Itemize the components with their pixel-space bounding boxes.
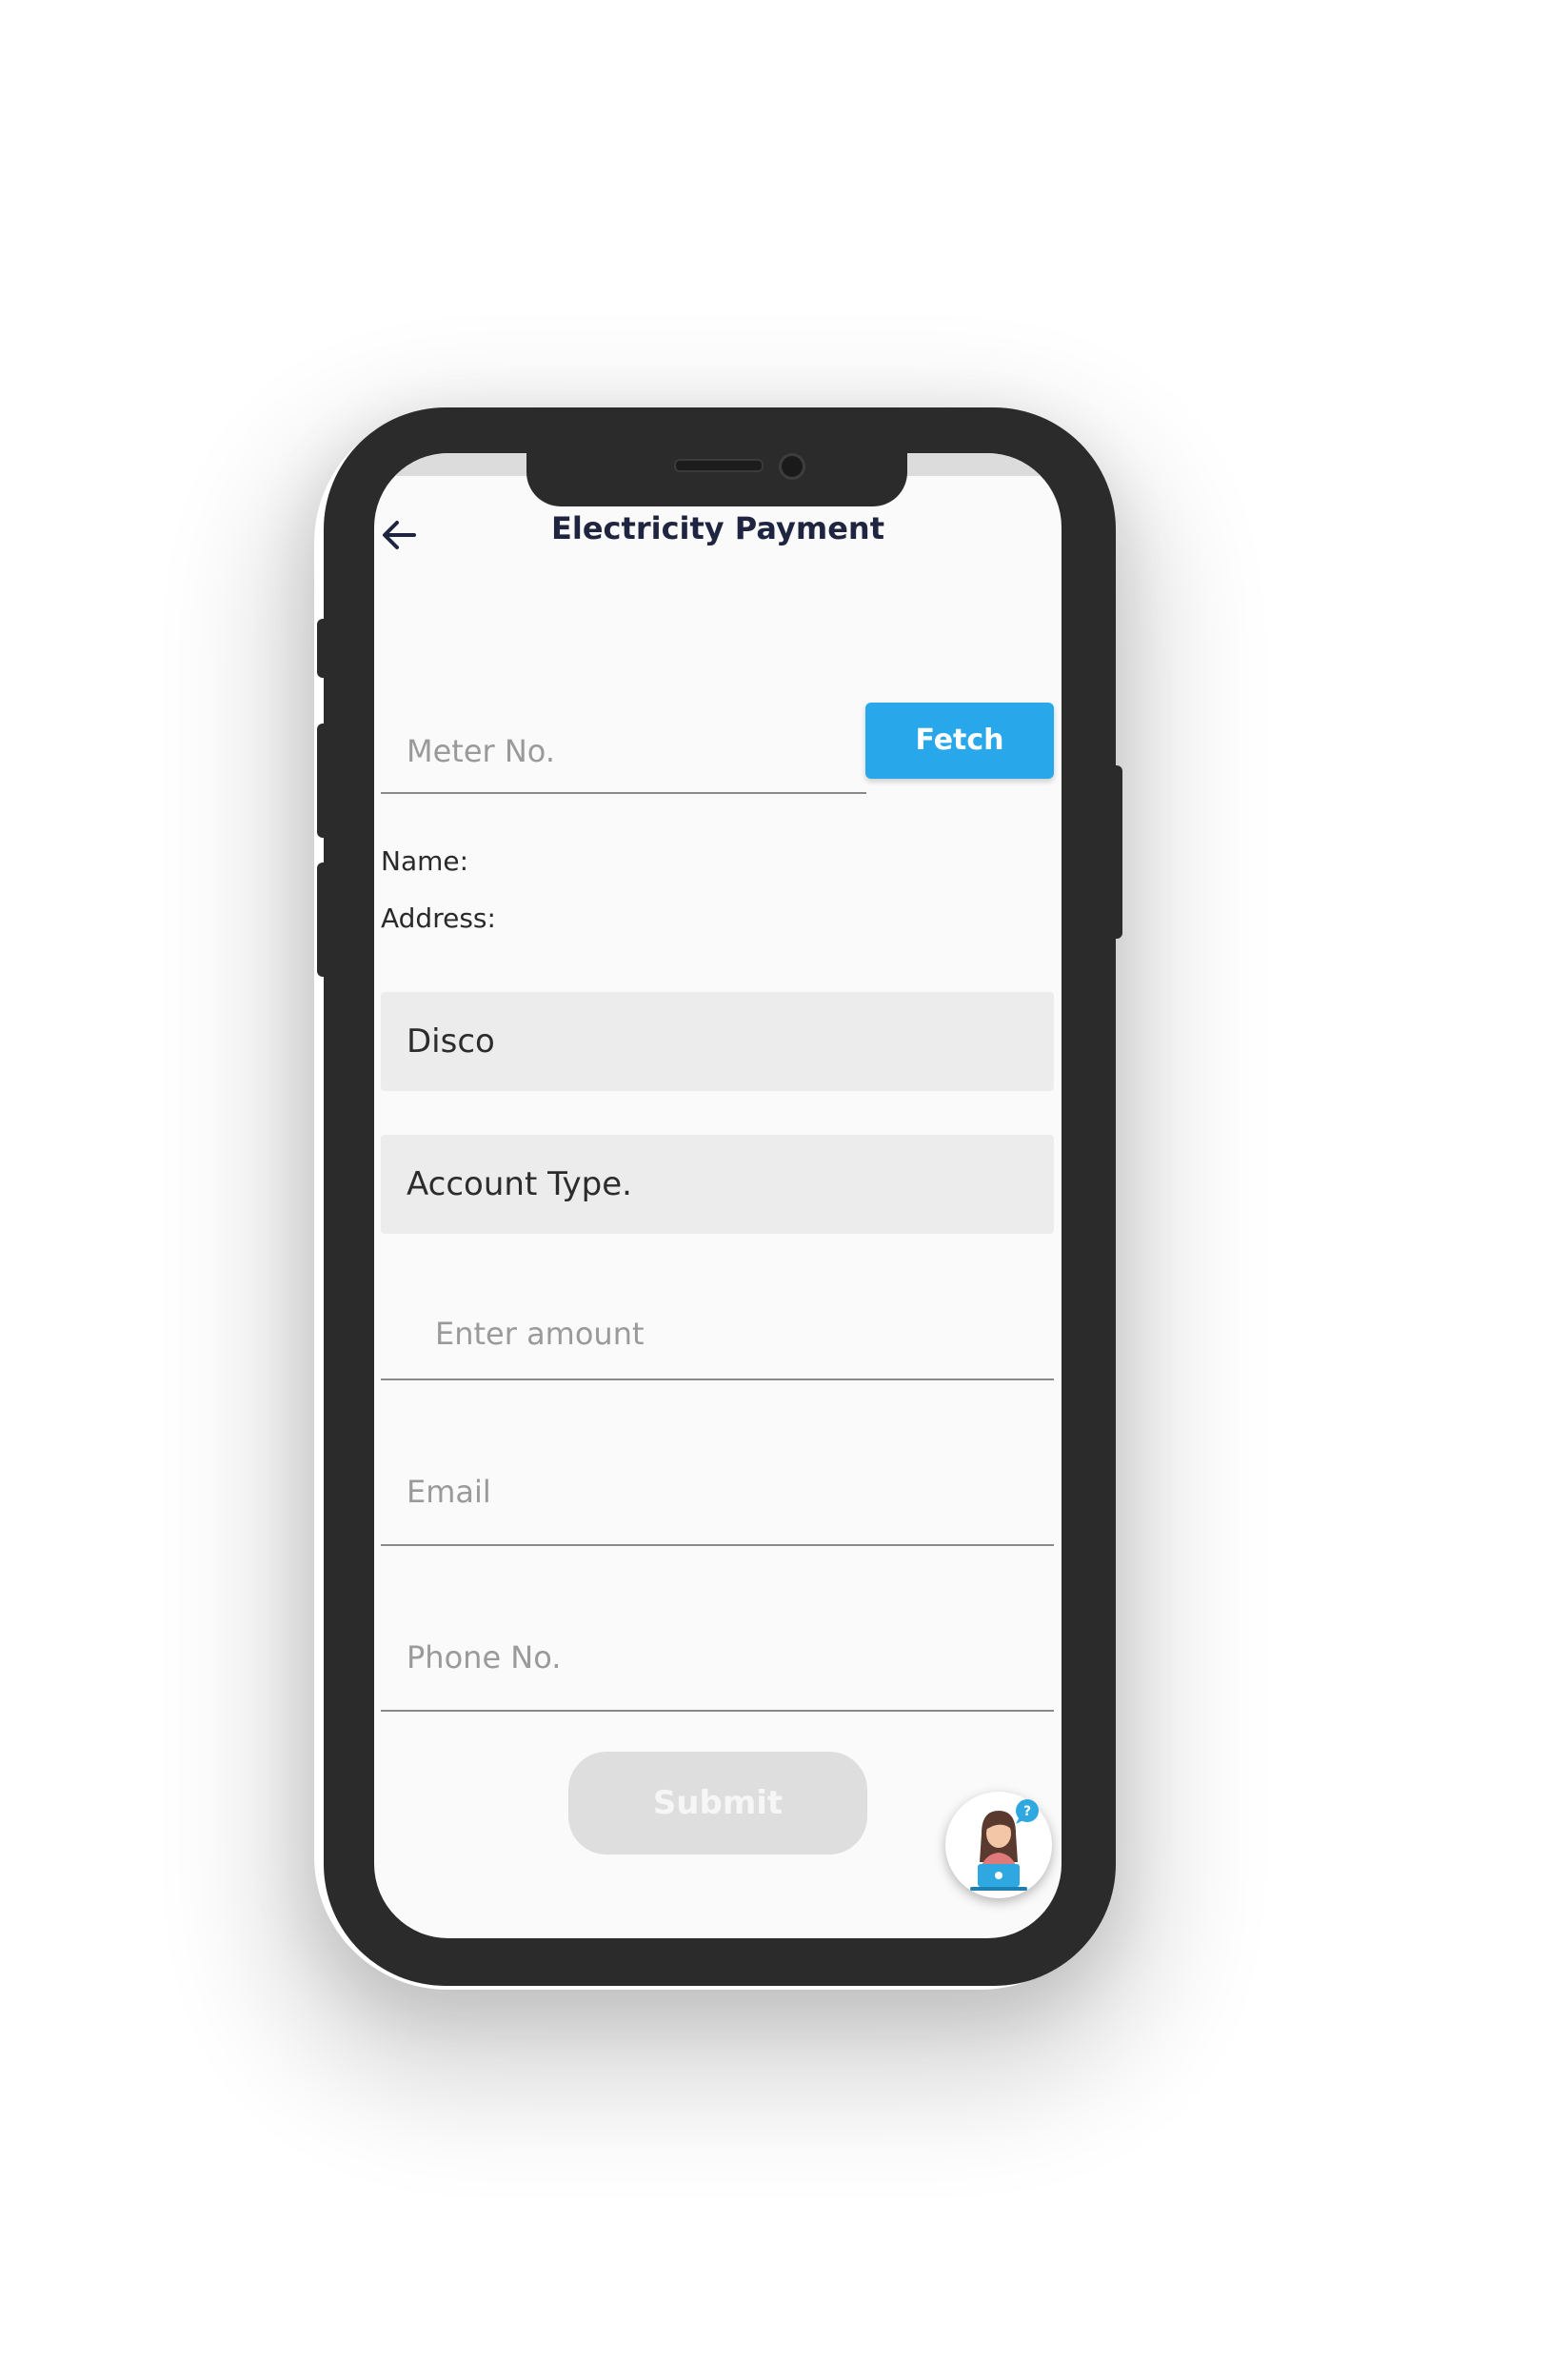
canvas: Electricity Payment Meter No. Fetch Name… <box>0 0 1568 2380</box>
page-title: Electricity Payment <box>551 510 884 546</box>
phone-number-placeholder: Phone No. <box>407 1639 562 1676</box>
amount-input[interactable]: Enter amount <box>381 1274 1054 1380</box>
disco-select-value: Disco <box>407 1022 495 1061</box>
customer-name-label: Name: <box>381 845 469 877</box>
amount-placeholder: Enter amount <box>435 1316 645 1352</box>
customer-address-label: Address: <box>381 902 496 934</box>
submit-button[interactable]: Submit <box>568 1752 867 1854</box>
back-arrow-icon[interactable] <box>378 514 420 556</box>
account-type-select-value: Account Type. <box>407 1165 632 1203</box>
phone-screen: Electricity Payment Meter No. Fetch Name… <box>374 453 1062 1938</box>
phone-number-input[interactable]: Phone No. <box>381 1601 1054 1712</box>
email-input[interactable]: Email <box>381 1434 1054 1546</box>
email-placeholder: Email <box>407 1474 491 1510</box>
notch <box>526 453 907 506</box>
fetch-button[interactable]: Fetch <box>865 703 1054 779</box>
account-type-select[interactable]: Account Type. <box>381 1135 1054 1234</box>
speaker-grille <box>674 459 764 472</box>
disco-select[interactable]: Disco <box>381 992 1054 1091</box>
meter-number-placeholder: Meter No. <box>407 733 555 769</box>
front-camera <box>779 453 805 480</box>
customer-support-button[interactable]: ? <box>945 1792 1052 1898</box>
customer-support-agent-icon: ? <box>970 1799 1039 1891</box>
svg-text:?: ? <box>1023 1804 1031 1819</box>
meter-number-input[interactable]: Meter No. <box>381 699 866 794</box>
